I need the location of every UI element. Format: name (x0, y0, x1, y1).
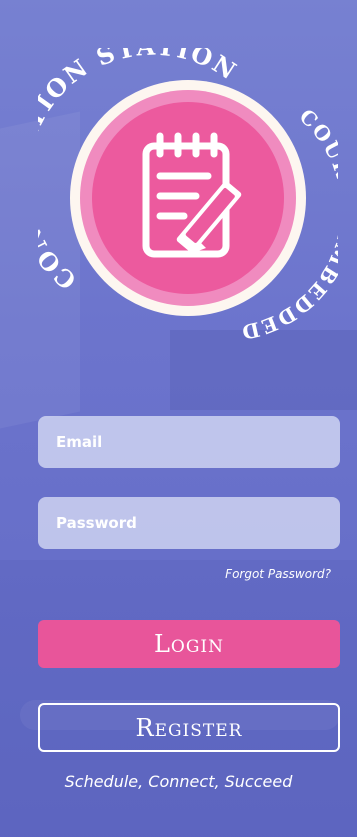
email-field[interactable] (38, 416, 340, 468)
login-button[interactable]: Login (38, 620, 340, 668)
register-button[interactable]: Register (38, 703, 340, 752)
background-floor-shape (0, 560, 357, 837)
password-field[interactable] (38, 497, 340, 549)
tagline: Schedule, Connect, Succeed (64, 772, 293, 791)
consultation-station-logo: CONSULTATION STATION COURSE-EMBEDDED (38, 48, 338, 345)
forgot-password-link[interactable]: Forgot Password? (225, 567, 331, 581)
